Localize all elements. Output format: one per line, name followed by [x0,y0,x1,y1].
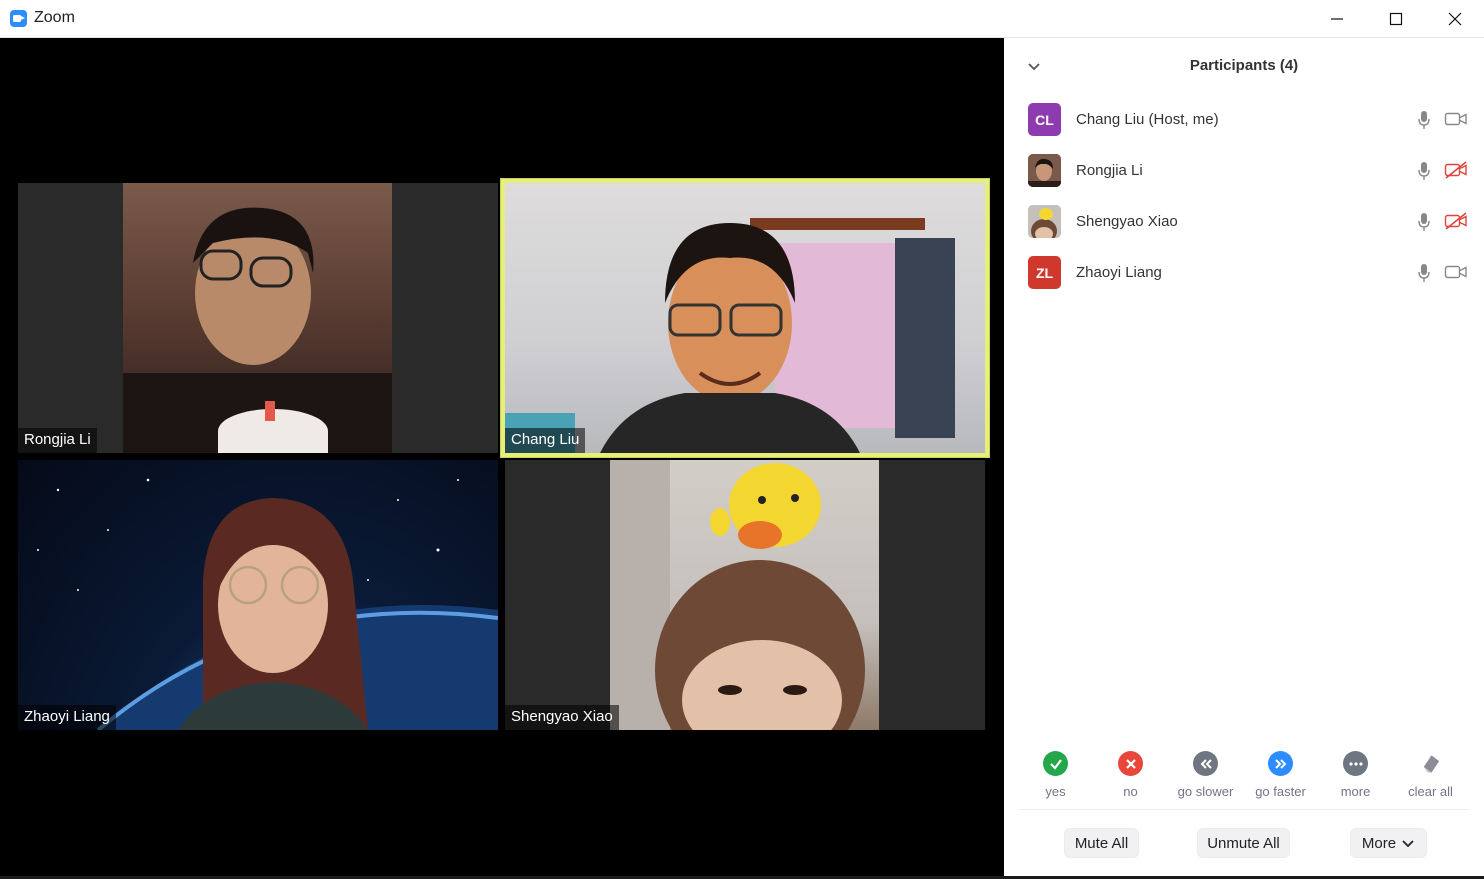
video-gallery: Rongjia Li Chang Liu Zhaoyi Liang Shengy… [0,38,1004,879]
participant-name: Rongjia Li [1076,162,1143,179]
zoom-logo-icon [10,10,27,27]
panel-title: Participants (4) [1189,57,1299,74]
participant-video-image [37,478,498,730]
participants-panel: Participants (4) CL Chang Liu (Host, me) [1004,38,1484,879]
participant-name: Chang Liu (Host, me) [1076,111,1219,128]
video-off-icon[interactable] [1444,161,1468,179]
maximize-icon [1389,12,1403,26]
avatar: CL [1028,103,1061,136]
participants-footer: Mute All Unmute All More [1004,828,1484,860]
reaction-yes-button[interactable]: yes [1018,748,1093,809]
mic-icon[interactable] [1417,110,1431,130]
close-button[interactable] [1426,0,1484,38]
mic-icon[interactable] [1417,161,1431,181]
reaction-label: no [1123,784,1138,799]
avatar-photo [1028,205,1061,238]
reaction-go-faster-button[interactable]: go faster [1243,748,1318,809]
participant-name-label: Zhaoyi Liang [18,705,116,730]
avatar-photo [1028,154,1061,187]
more-button-label: More [1361,834,1397,852]
participant-name-label: Chang Liu [505,428,586,453]
check-icon [1043,751,1068,776]
participant-video-image [505,218,955,453]
video-feed [18,460,498,730]
participant-row[interactable]: Shengyao Xiao [1004,196,1484,247]
participant-list: CL Chang Liu (Host, me) Rongjia Li Sheng… [1004,94,1484,298]
video-icon[interactable] [1444,110,1468,128]
more-button[interactable]: More [1350,828,1427,858]
participant-name: Zhaoyi Liang [1076,264,1162,281]
reaction-clear-all-button[interactable]: clear all [1393,748,1468,809]
video-feed [123,183,392,453]
video-tile-zhaoyi[interactable]: Zhaoyi Liang [18,460,498,730]
reaction-label: yes [1045,784,1066,799]
avatar [1028,154,1061,187]
avatar: ZL [1028,256,1061,289]
participant-row[interactable]: Rongjia Li [1004,145,1484,196]
zoom-window: Zoom Rongjia Li Chang Liu Zhaoyi Liang S… [0,0,1484,879]
reaction-label: more [1340,784,1371,799]
participant-row[interactable]: CL Chang Liu (Host, me) [1004,94,1484,145]
participant-video-image [610,460,865,730]
chevron-down-icon [1402,840,1414,848]
mute-all-button[interactable]: Mute All [1064,828,1139,858]
participant-name-label: Shengyao Xiao [505,705,619,730]
mic-icon[interactable] [1417,212,1431,232]
window-title: Zoom [34,9,75,26]
reaction-more-button[interactable]: more [1318,748,1393,809]
reaction-no-button[interactable]: no [1093,748,1168,809]
minimize-button[interactable] [1308,0,1366,38]
rewind-icon [1193,751,1218,776]
video-tile-shengyao[interactable]: Shengyao Xiao [505,460,985,730]
participant-name-label: Rongjia Li [18,428,97,453]
reaction-label: go faster [1255,784,1306,799]
video-off-icon[interactable] [1444,212,1468,230]
mic-icon[interactable] [1417,263,1431,283]
participant-video-image [123,207,392,453]
maximize-button[interactable] [1367,0,1425,38]
eraser-icon [1418,751,1443,776]
video-tile-rongjia[interactable]: Rongjia Li [18,183,498,453]
minimize-icon [1331,18,1343,20]
video-feed [505,183,985,453]
participant-name: Shengyao Xiao [1076,213,1178,230]
title-bar: Zoom [0,0,1484,38]
fast-forward-icon [1268,751,1293,776]
unmute-all-button[interactable]: Unmute All [1197,828,1290,858]
video-feed [610,460,879,730]
video-icon[interactable] [1444,263,1468,281]
close-icon [1448,12,1462,26]
video-tile-chang[interactable]: Chang Liu [501,179,989,457]
avatar [1028,205,1061,238]
reaction-label: go slower [1177,784,1234,799]
feedback-reactions: yes no go slower go faster more clear al… [1018,748,1470,810]
participant-row[interactable]: ZL Zhaoyi Liang [1004,247,1484,298]
x-icon [1118,751,1143,776]
reaction-go-slower-button[interactable]: go slower [1168,748,1243,809]
more-icon [1343,751,1368,776]
reaction-label: clear all [1408,784,1453,799]
